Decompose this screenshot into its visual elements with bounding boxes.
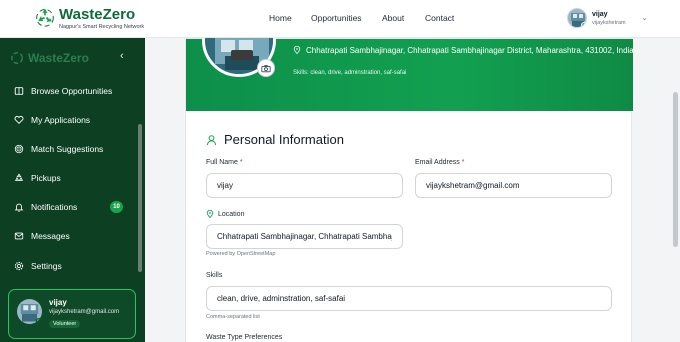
full-name-label-text: Full Name [206,159,238,166]
sidebar-user-card[interactable]: vijay vijaykshetram@gmail.com Volunteer [8,289,136,339]
sidebar-item-label: Pickups [31,173,61,183]
sidebar-item-my-applications[interactable]: My Applications [14,112,132,128]
sidebar: WasteZero ‹ Browse Opportunities My Appl… [0,38,145,342]
nav-link-contact[interactable]: Contact [425,13,454,23]
sidebar-item-settings[interactable]: Settings [14,258,132,274]
main-scrollbar[interactable] [673,92,678,247]
sidebar-user-name: vijay [49,298,67,307]
sidebar-item-browse-opportunities[interactable]: Browse Opportunities [14,83,132,99]
notification-count-badge: 10 [110,201,123,213]
sidebar-scrollbar[interactable] [138,124,142,272]
sidebar-item-notifications[interactable]: Notifications 10 [14,199,132,215]
recycle-icon [14,173,24,181]
location-hint: Powered by OpenStreetMap [206,251,276,257]
chevron-down-icon[interactable]: ⌄ [642,14,648,22]
nav-link-opportunities[interactable]: Opportunities [311,13,362,23]
profile-card: Chhatrapati Sambhajinagar, Chhatrapati S… [185,38,636,342]
user-icon [206,134,217,145]
waste-preferences-label: Waste Type Preferences [206,334,283,341]
location-field[interactable] [206,224,403,249]
sidebar-item-label: Browse Opportunities [31,86,113,96]
sidebar-item-pickups[interactable]: Pickups [14,170,132,186]
profile-banner: Chhatrapati Sambhajinagar, Chhatrapati S… [186,38,636,111]
camera-icon [261,64,271,72]
sidebar-item-messages[interactable]: Messages [14,228,132,244]
role-badge: Volunteer [49,320,81,328]
profile-location: Chhatrapati Sambhajinagar, Chhatrapati S… [293,45,636,56]
gear-icon [14,261,24,271]
sidebar-item-label: Notifications [31,202,78,212]
section-header-personal-information: Personal Information [206,132,344,147]
required-marker: * [461,159,465,166]
skills-field[interactable] [206,286,612,311]
skills-label: Skills [206,272,223,279]
avatar [567,8,587,28]
recycle-logo-icon [11,52,23,64]
full-name-field[interactable] [206,173,403,198]
profile-location-text: Chhatrapati Sambhajinagar, Chhatrapati S… [306,46,634,55]
book-icon [14,87,24,95]
sidebar-user-email: vijaykshetram@gmail.com [49,309,120,315]
mail-icon [14,232,24,240]
required-marker: * [239,159,243,166]
location-label: Location [206,210,244,218]
map-pin-icon [293,46,301,54]
main-content: Chhatrapati Sambhajinagar, Chhatrapati S… [145,38,680,342]
email-label-text: Email Address [415,159,460,166]
header-username: vijaykshetram [592,19,626,26]
map-pin-icon [206,210,214,218]
full-name-label: Full Name * [206,159,243,166]
nav-link-home[interactable]: Home [269,13,292,23]
sidebar-item-label: Match Suggestions [31,144,104,154]
sidebar-item-label: My Applications [31,115,91,125]
target-icon [14,144,24,154]
email-field[interactable] [415,173,612,198]
skills-hint: Comma-separated list [206,314,260,320]
section-title: Personal Information [224,132,344,147]
avatar [17,299,42,324]
profile-skills: Skills: clean, drive, adminstration, saf… [293,70,407,76]
online-status-dot [581,22,586,27]
top-navbar: WasteZero Nagpur's Smart Recycling Netwo… [0,0,680,38]
nav-link-about[interactable]: About [382,13,404,23]
collapse-sidebar-icon[interactable]: ‹ [120,50,124,62]
change-photo-button[interactable] [257,59,275,77]
sidebar-brand: WasteZero [28,51,89,65]
user-menu[interactable]: vijay vijaykshetram ⌄ [567,8,648,28]
sidebar-item-match-suggestions[interactable]: Match Suggestions [14,141,132,157]
online-status-dot [36,318,42,324]
header-user-name: vijay [592,10,608,18]
location-label-text: Location [218,210,245,218]
sidebar-item-label: Settings [31,261,62,271]
heart-handshake-icon [14,115,24,124]
bell-icon [14,203,24,212]
sidebar-item-label: Messages [31,231,70,241]
email-label: Email Address * [415,159,464,166]
